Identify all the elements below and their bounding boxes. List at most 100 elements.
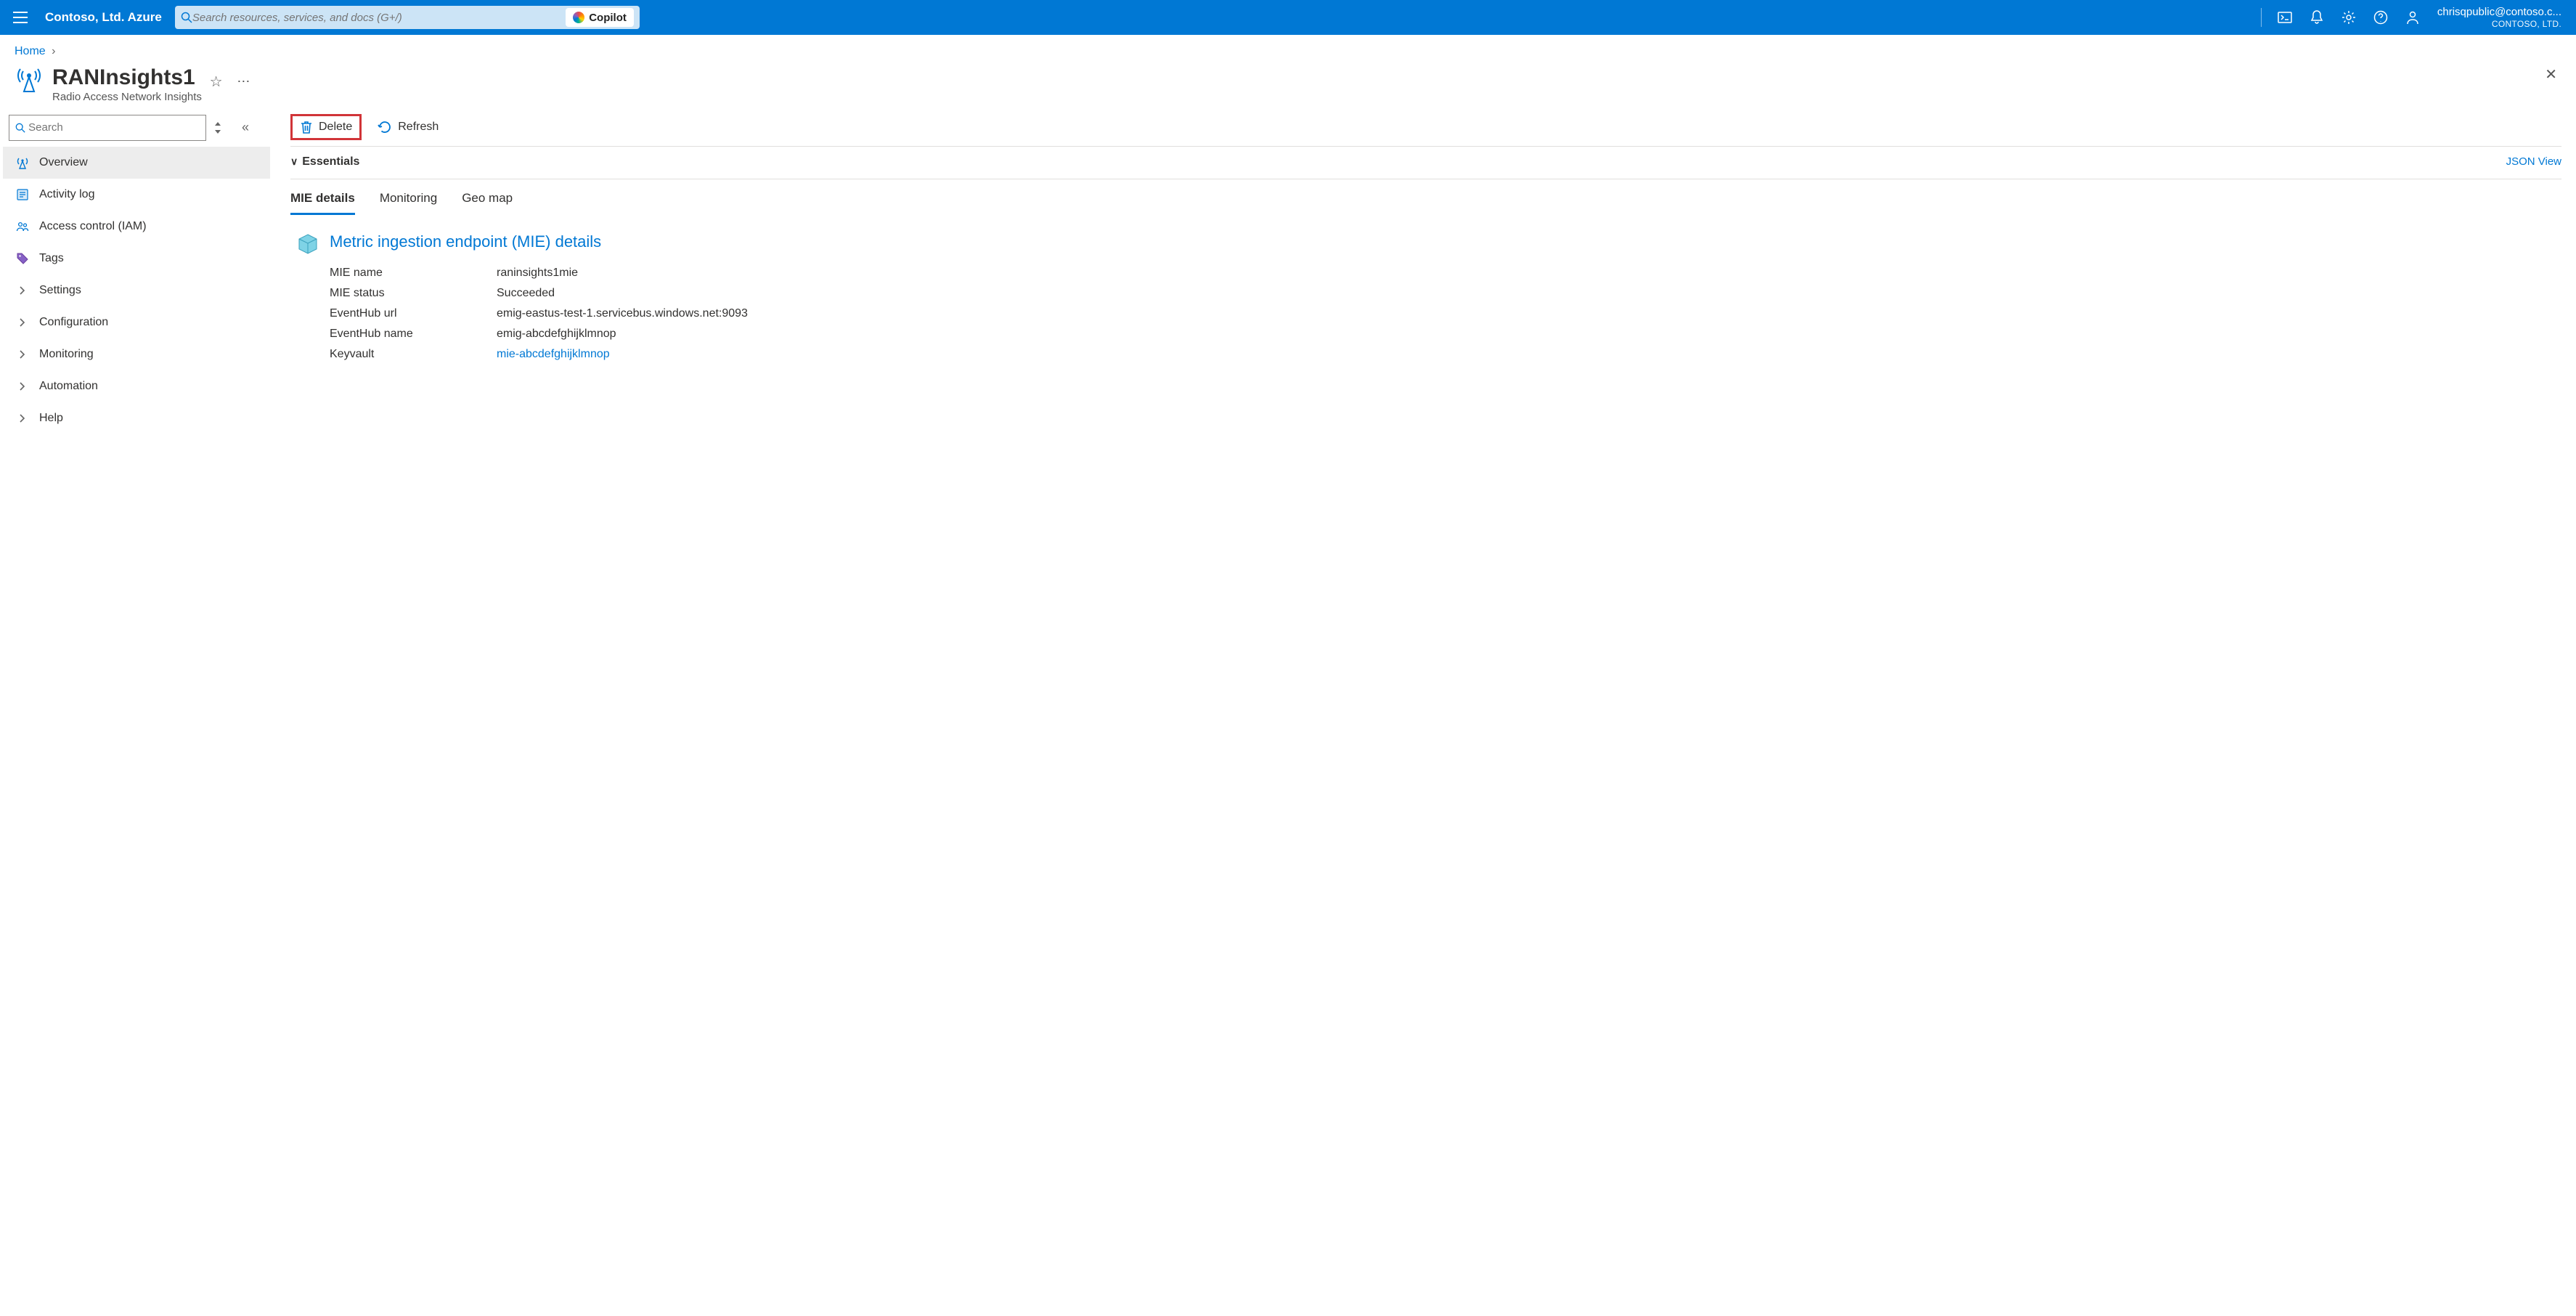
- kv-value[interactable]: mie-abcdefghijklmnop: [497, 348, 610, 361]
- resource-type-subtitle: Radio Access Network Insights: [52, 91, 250, 103]
- global-search-input[interactable]: [192, 12, 560, 24]
- refresh-icon: [378, 120, 392, 134]
- delete-button[interactable]: Delete: [290, 114, 362, 140]
- trash-icon: [300, 120, 313, 134]
- kv-row: Keyvaultmie-abcdefghijklmnop: [330, 344, 2561, 365]
- sidebar-item-label: Tags: [39, 252, 64, 265]
- sidebar-item-monitoring[interactable]: Monitoring: [3, 338, 270, 370]
- antenna-icon: [13, 156, 32, 169]
- sidebar-item-label: Access control (IAM): [39, 220, 147, 233]
- kv-row: EventHub nameemig-abcdefghijklmnop: [330, 324, 2561, 344]
- refresh-label: Refresh: [398, 121, 439, 134]
- sidebar-item-label: Settings: [39, 284, 81, 297]
- sidebar-item-label: Configuration: [39, 316, 108, 329]
- more-actions-button[interactable]: ⋯: [237, 74, 250, 89]
- expand-button[interactable]: [213, 122, 228, 134]
- sidebar-item-settings[interactable]: Settings: [3, 275, 270, 306]
- help-icon: [2373, 10, 2388, 25]
- collapse-sidebar-button[interactable]: «: [238, 120, 253, 135]
- account-email: chrisqpublic@contoso.c...: [2437, 6, 2561, 19]
- mie-details-kv: MIE nameraninsights1mieMIE statusSucceed…: [290, 256, 2561, 365]
- sidebar-item-configuration[interactable]: Configuration: [3, 306, 270, 338]
- tag-icon: [13, 252, 32, 265]
- kv-row: MIE statusSucceeded: [330, 283, 2561, 304]
- kv-value: raninsights1mie: [497, 267, 578, 280]
- sort-icon: [213, 122, 222, 134]
- essentials-label: Essentials: [302, 155, 359, 168]
- copilot-button[interactable]: Copilot: [566, 8, 634, 27]
- kv-value: emig-abcdefghijklmnop: [497, 328, 616, 341]
- sidebar-item-label: Help: [39, 412, 63, 425]
- essentials-toggle[interactable]: ∨ Essentials: [290, 155, 359, 168]
- gear-icon: [2341, 10, 2356, 25]
- people-icon: [13, 220, 32, 233]
- cloud-shell-icon: [2278, 12, 2292, 23]
- breadcrumb-home[interactable]: Home: [15, 45, 46, 57]
- kv-key: EventHub name: [330, 328, 497, 341]
- content-tabs: MIE details Monitoring Geo map: [290, 179, 2561, 215]
- account-menu[interactable]: chrisqpublic@contoso.c... CONTOSO, LTD.: [2429, 6, 2570, 29]
- topbar-icons: [2269, 0, 2429, 35]
- kv-key: MIE status: [330, 287, 497, 300]
- sidebar-search-row: «: [3, 115, 270, 147]
- feedback-button[interactable]: [2397, 0, 2429, 35]
- sidebar-item-label: Overview: [39, 156, 88, 169]
- cloud-shell-button[interactable]: [2269, 0, 2301, 35]
- copilot-label: Copilot: [589, 12, 627, 24]
- kv-value: Succeeded: [497, 287, 555, 300]
- antenna-icon: [17, 67, 41, 93]
- delete-label: Delete: [319, 121, 352, 134]
- chevron-down-icon: ∨: [290, 155, 298, 168]
- kv-key: Keyvault: [330, 348, 497, 361]
- chevron-right-icon: [13, 414, 32, 423]
- page-title: RANInsights1: [52, 65, 195, 90]
- portal-brand[interactable]: Contoso, Ltd. Azure: [35, 10, 172, 25]
- kv-key: EventHub url: [330, 307, 497, 320]
- sidebar: « Overview Activity log Access control (IA…: [3, 109, 270, 434]
- copilot-icon: [573, 12, 584, 23]
- settings-button[interactable]: [2333, 0, 2365, 35]
- chevron-right-icon: ›: [49, 45, 58, 57]
- portal-topbar: Contoso, Ltd. Azure Copilot chrisqpublic…: [0, 0, 2576, 35]
- sidebar-item-tags[interactable]: Tags: [3, 243, 270, 275]
- resource-icon: [15, 65, 44, 94]
- title-block: RANInsights1 ☆ ⋯ Radio Access Network In…: [52, 65, 250, 103]
- help-button[interactable]: [2365, 0, 2397, 35]
- sidebar-item-overview[interactable]: Overview: [3, 147, 270, 179]
- main-pane: Delete Refresh ∨ Essentials JSON View MI…: [270, 109, 2576, 434]
- refresh-button[interactable]: Refresh: [370, 114, 446, 140]
- notifications-button[interactable]: [2301, 0, 2333, 35]
- sidebar-item-access-control-iam-[interactable]: Access control (IAM): [3, 211, 270, 243]
- close-blade-button[interactable]: ✕: [2540, 62, 2561, 87]
- search-icon: [181, 12, 192, 23]
- title-right: ✕: [2540, 65, 2561, 84]
- sidebar-item-activity-log[interactable]: Activity log: [3, 179, 270, 211]
- body: « Overview Activity log Access control (IA…: [0, 109, 2576, 434]
- sidebar-search[interactable]: [9, 115, 206, 141]
- hamburger-menu[interactable]: [6, 12, 35, 23]
- chevron-right-icon: [13, 318, 32, 327]
- essentials-row: ∨ Essentials JSON View: [290, 147, 2561, 179]
- resource-header: RANInsights1 ☆ ⋯ Radio Access Network In…: [0, 61, 2576, 109]
- kv-key: MIE name: [330, 267, 497, 280]
- sidebar-search-input[interactable]: [28, 121, 200, 134]
- tab-mie-details[interactable]: MIE details: [290, 191, 355, 215]
- kv-value: emig-eastus-test-1.servicebus.windows.ne…: [497, 307, 748, 320]
- hamburger-icon: [13, 12, 28, 23]
- tab-geo-map[interactable]: Geo map: [462, 191, 513, 215]
- search-icon: [15, 123, 25, 133]
- sidebar-item-label: Activity log: [39, 188, 94, 201]
- sidebar-item-label: Automation: [39, 380, 98, 393]
- sidebar-item-automation[interactable]: Automation: [3, 370, 270, 402]
- favorite-button[interactable]: ☆: [210, 74, 223, 90]
- json-view-link[interactable]: JSON View: [2506, 155, 2561, 168]
- chevron-right-icon: [13, 286, 32, 295]
- log-icon: [13, 188, 32, 201]
- sidebar-item-help[interactable]: Help: [3, 402, 270, 434]
- global-search[interactable]: Copilot: [175, 6, 640, 29]
- kv-row: EventHub urlemig-eastus-test-1.servicebu…: [330, 304, 2561, 324]
- tab-monitoring[interactable]: Monitoring: [380, 191, 437, 215]
- feedback-icon: [2405, 10, 2420, 25]
- chevron-right-icon: [13, 350, 32, 359]
- bell-icon: [2310, 10, 2323, 25]
